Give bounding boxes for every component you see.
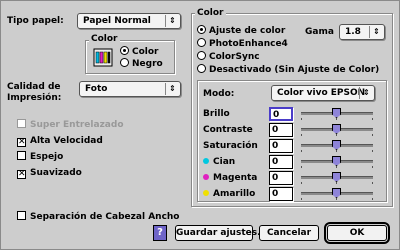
ok-button[interactable]: OK [324,222,390,244]
checkbox-box [17,211,26,220]
quality-value: Foto [85,84,108,94]
adjustment-slider-0[interactable] [301,107,373,121]
ink-dot-icon [203,190,209,196]
slider-thumb[interactable] [332,140,341,150]
slider-ticks [301,198,373,201]
paper-type-popup[interactable]: Papel Normal ⇕ [77,13,181,29]
checkbox-alta-velocidad[interactable]: ✕ Alta Velocidad [17,135,103,147]
slider-ticks [301,150,373,153]
radio-off-icon [197,38,206,47]
slider-label-text: Saturación [203,141,258,151]
checkbox-label: Super Entrelazado [30,120,124,130]
slider-label-text: Brillo [203,109,230,119]
paper-type-value: Papel Normal [83,16,151,26]
slider-label-text: Amarillo [213,189,256,199]
popup-arrows-icon: ⇕ [165,15,179,27]
ink-dot-icon [203,158,209,164]
mode-popup[interactable]: Color vivo EPSON ⇕ [271,85,375,101]
radio-on-icon [120,46,129,55]
slider-ticks [301,118,373,121]
mode-label: Modo: [203,89,235,99]
mode-value: Color vivo EPSON [277,88,366,98]
popup-arrows-icon: ⇕ [359,87,373,99]
slider-value-field-5[interactable]: 0 [269,187,293,201]
slider-thumb[interactable] [332,172,341,182]
quality-label-line1: Calidad de [7,82,61,92]
checkbox-espejo[interactable]: Espejo [17,151,63,163]
radio-label: Desactivado (Sin Ajuste de Color) [209,65,380,75]
radio-color-label: Color [132,47,159,57]
adjustment-slider-2[interactable] [301,139,373,153]
slider-label-3: Cian [203,156,235,168]
popup-arrows-icon: ⇕ [165,83,179,95]
slider-value-field-2[interactable]: 0 [269,139,293,153]
save-settings-button[interactable]: Guardar ajustes... [175,225,267,241]
slider-label-text: Cian [213,157,236,167]
radio-ajuste-color[interactable]: Ajuste de color [197,25,285,37]
slider-thumb[interactable] [332,108,341,118]
slider-label-text: Magenta [213,173,258,183]
radio-off-icon [197,64,206,73]
paper-type-label: Tipo papel: [7,16,64,26]
radio-desactivado[interactable]: Desactivado (Sin Ajuste de Color) [197,64,379,76]
slider-value-field-4[interactable]: 0 [269,171,293,185]
slider-thumb[interactable] [332,188,341,198]
slider-value-field-0[interactable]: 0 [269,107,293,121]
slider-label-5: Amarillo [203,188,255,200]
adjustment-slider-3[interactable] [301,155,373,169]
radio-off-icon [120,58,129,67]
help-button[interactable]: ? [153,225,167,241]
adjustment-slider-4[interactable] [301,171,373,185]
slider-label-4: Magenta [203,172,257,184]
checkbox-super-entrelazado[interactable]: Super Entrelazado [17,119,124,131]
slider-ticks [301,134,373,137]
checkmark-icon: ✕ [17,137,26,147]
slider-label-2: Saturación [203,140,258,152]
checkbox-label: Alta Velocidad [30,136,103,146]
checkbox-suavizado[interactable]: ✕ Suavizado [17,167,82,179]
popup-arrows-icon: ⇕ [369,26,383,38]
radio-photoenhance[interactable]: PhotoEnhance4 [197,38,288,50]
radio-on-icon [197,25,206,34]
checkbox-label: Espejo [30,152,64,162]
radio-colorsync[interactable]: ColorSync [197,51,260,63]
ink-cartridges-icon [92,46,114,68]
slider-label-text: Contraste [203,125,253,135]
checkbox-box [17,119,26,128]
slider-value-field-3[interactable]: 0 [269,155,293,169]
slider-ticks [301,166,373,169]
checkbox-separacion-cabezal[interactable]: Separación de Cabezal Ancho [17,211,180,223]
gamma-value: 1.8 [345,27,361,37]
ink-dot-icon [203,174,209,180]
radio-negro[interactable]: Negro [120,58,163,70]
radio-negro-label: Negro [132,59,163,69]
adjustment-slider-1[interactable] [301,123,373,137]
radio-label: Ajuste de color [209,26,286,36]
slider-thumb[interactable] [332,124,341,134]
color-adjust-group-title: Color [195,8,226,19]
adjustment-slider-5[interactable] [301,187,373,201]
checkmark-icon: ✕ [17,169,26,179]
checkbox-label: Suavizado [30,168,82,178]
radio-color[interactable]: Color [120,46,159,58]
printer-settings-dialog: Tipo papel: Papel Normal ⇕ Color Color N… [0,0,400,250]
gamma-label: Gama [305,27,334,37]
slider-label-0: Brillo [203,108,230,120]
slider-thumb[interactable] [332,156,341,166]
quality-popup[interactable]: Foto ⇕ [79,81,181,97]
radio-off-icon [197,51,206,60]
radio-label: PhotoEnhance4 [209,39,288,49]
checkbox-label: Separación de Cabezal Ancho [30,212,180,222]
color-mode-group-title: Color [89,34,120,45]
quality-label-line2: Impresión: [7,93,62,103]
slider-ticks [301,182,373,185]
slider-value-field-1[interactable]: 0 [269,123,293,137]
cancel-button[interactable]: Cancelar [259,225,319,241]
slider-label-1: Contraste [203,124,253,136]
checkbox-box [17,151,26,160]
gamma-popup[interactable]: 1.8 ⇕ [339,24,385,40]
radio-label: ColorSync [209,52,260,62]
